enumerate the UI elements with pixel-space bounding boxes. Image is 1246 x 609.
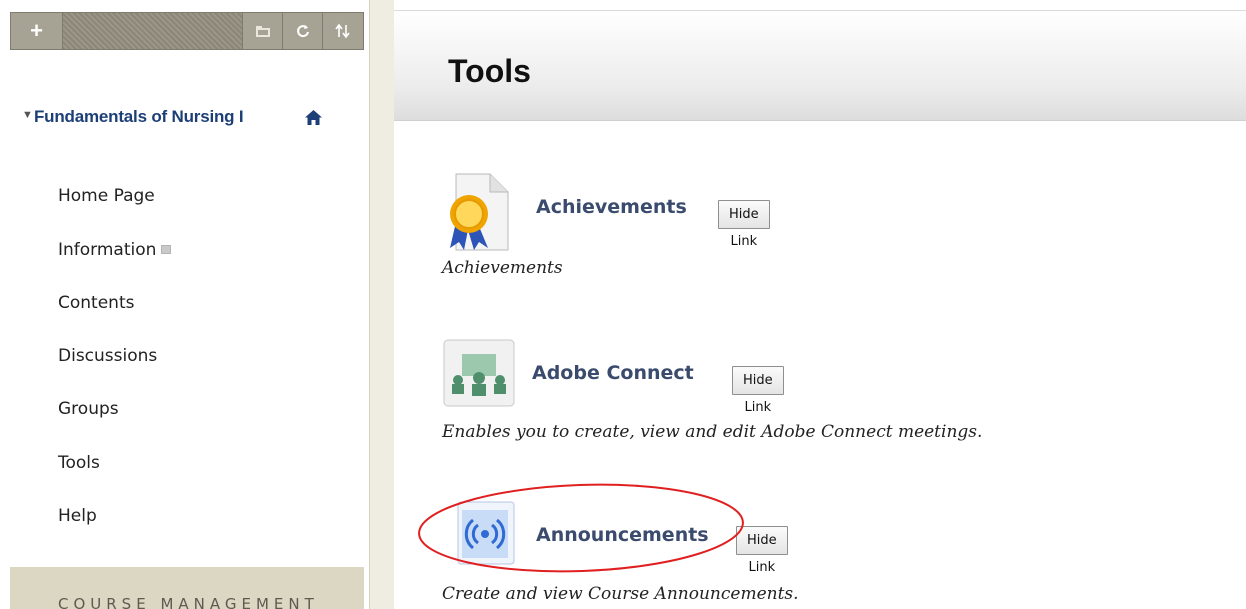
hidden-content-icon [161, 245, 172, 254]
sidebar-item-home-page[interactable]: Home Page [58, 186, 155, 206]
course-management-heading: COURSE MANAGEMENT [58, 595, 319, 609]
tool-description: Create and view Course Announcements. [442, 584, 799, 604]
sidebar-item-label: Home Page [58, 186, 155, 206]
course-menu-sidebar: + ▼ Fundamentals of Nursing I Home Page … [0, 0, 370, 609]
reorder-button[interactable] [323, 13, 363, 49]
sidebar-item-information[interactable]: Information [58, 240, 172, 260]
folder-icon [255, 26, 270, 37]
sidebar-item-label: Help [58, 506, 97, 526]
sidebar-item-groups[interactable]: Groups [58, 399, 119, 419]
add-menu-item-button[interactable]: + [11, 13, 63, 49]
folder-view-button[interactable] [243, 13, 283, 49]
tool-description: Achievements [442, 258, 563, 278]
tool-description: Enables you to create, view and edit Ado… [442, 422, 983, 442]
main-content: Tools Achievements Hide Link Achievement… [394, 0, 1246, 609]
sort-icon [335, 23, 350, 39]
announcement-broadcast-icon [457, 501, 515, 565]
page-header: Tools [394, 10, 1246, 121]
sidebar-item-tools[interactable]: Tools [58, 453, 100, 473]
home-icon [305, 110, 322, 125]
tool-name-achievements[interactable]: Achievements [536, 196, 687, 218]
course-title-row: ▼ Fundamentals of Nursing I [22, 106, 364, 128]
adobe-connect-meeting-icon [443, 339, 515, 407]
refresh-icon [296, 25, 309, 38]
sidebar-item-label: Tools [58, 453, 100, 473]
hide-link-button[interactable]: Hide Link [718, 200, 770, 249]
course-menu-toolbar: + [10, 12, 364, 50]
refresh-button[interactable] [283, 13, 323, 49]
hide-link-button[interactable]: Hide Link [736, 526, 788, 575]
tool-name-announcements[interactable]: Announcements [536, 524, 709, 546]
course-management-panel[interactable]: COURSE MANAGEMENT [10, 567, 364, 609]
sidebar-item-contents[interactable]: Contents [58, 293, 134, 313]
page-title: Tools [448, 53, 531, 89]
sidebar-item-label: Groups [58, 399, 119, 419]
course-title[interactable]: Fundamentals of Nursing I [34, 107, 244, 126]
sidebar-item-label: Contents [58, 293, 135, 313]
toolbar-spacer [63, 13, 243, 49]
sidebar-item-label: Discussions [58, 346, 158, 366]
collapse-caret-icon[interactable]: ▼ [22, 109, 33, 121]
achievement-ribbon-icon [450, 173, 509, 251]
hide-link-button[interactable]: Hide Link [732, 366, 784, 415]
panel-divider[interactable] [370, 0, 394, 609]
sidebar-item-label: Information [58, 240, 157, 260]
sidebar-item-help[interactable]: Help [58, 506, 97, 526]
tool-name-adobe-connect[interactable]: Adobe Connect [532, 362, 694, 384]
sidebar-item-discussions[interactable]: Discussions [58, 346, 157, 366]
